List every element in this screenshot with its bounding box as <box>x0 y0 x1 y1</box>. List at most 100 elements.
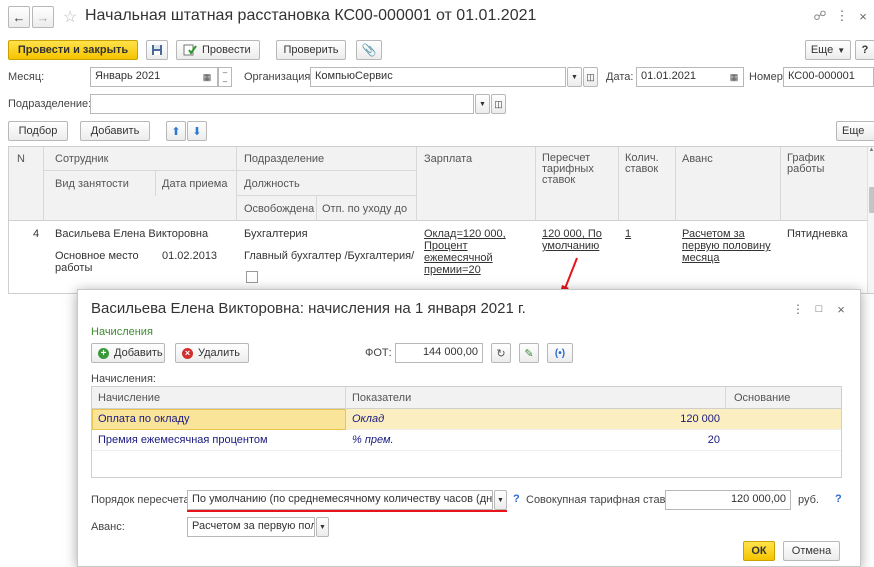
menu-dots-icon[interactable]: ⋮ <box>836 8 849 24</box>
link-icon[interactable]: ☍ <box>812 8 828 24</box>
more-menu-button[interactable]: Еще ▼ <box>805 40 851 60</box>
dialog-close-icon[interactable]: × <box>835 302 847 317</box>
number-input[interactable]: КС00-000001 <box>783 67 874 87</box>
fot-input[interactable]: 144 000,00 <box>395 343 483 363</box>
row-advance-link[interactable]: Расчетом за первую половину месяца <box>682 228 774 264</box>
arrow-down-icon: ⬇ <box>192 125 202 138</box>
col-divider <box>618 147 619 221</box>
date-calendar-icon[interactable]: ▦ <box>727 68 741 86</box>
col-rate-count-header[interactable]: Колич. ставок <box>625 153 673 175</box>
forward-button[interactable]: → <box>32 6 54 28</box>
accrual-row-selected[interactable]: Оплата по окладу Оклад 120 000 <box>92 409 841 430</box>
dialog-add-label: Добавить <box>114 347 163 359</box>
favorite-star-icon[interactable]: ☆ <box>60 6 80 28</box>
table-scrollbar[interactable]: ▲ <box>867 147 874 293</box>
recalc-help-link[interactable]: ? <box>513 493 520 505</box>
help-button[interactable]: ? <box>855 40 874 60</box>
col-recalc-header[interactable]: Пересчет тарифных ставок <box>542 153 612 186</box>
post-and-close-button[interactable]: Провести и закрыть <box>8 40 138 60</box>
close-icon[interactable]: × <box>856 8 870 24</box>
row-rate-count-link[interactable]: 1 <box>625 228 631 240</box>
col-accrual-header[interactable]: Начисление <box>98 392 160 404</box>
attach-button[interactable]: 📎 <box>356 40 382 60</box>
released-checkbox[interactable] <box>246 271 258 283</box>
advance-dropdown-button[interactable]: ▼ <box>316 517 329 537</box>
accrual-value[interactable]: 20 <box>652 434 720 446</box>
col-advance-header[interactable]: Аванс <box>682 153 713 165</box>
org-input[interactable]: КомпьюСервис <box>310 67 566 87</box>
month-value: Январь 2021 <box>95 70 161 82</box>
row-recalc-link[interactable]: 120 000, По умолчанию <box>542 228 612 252</box>
currency-label: руб. <box>798 494 819 506</box>
dialog-maximize-icon[interactable]: □ <box>813 302 825 316</box>
edit-button[interactable]: ✎ <box>519 343 539 363</box>
row-salary-link[interactable]: Оклад=120 000, Процент ежемесячной преми… <box>424 228 534 276</box>
pencil-icon: ✎ <box>524 347 534 360</box>
advance-label: Аванс: <box>91 521 125 533</box>
col-employment-header[interactable]: Вид занятости <box>55 178 129 190</box>
back-button[interactable]: ← <box>8 6 30 28</box>
add-row-button[interactable]: Добавить <box>80 121 150 141</box>
col-released-header[interactable]: Освобождена <box>244 203 314 215</box>
save-button[interactable] <box>146 40 168 60</box>
dept-input[interactable] <box>90 94 474 114</box>
org-dropdown-button[interactable]: ▼ <box>567 67 582 87</box>
accruals-label: Начисления: <box>91 373 156 385</box>
col-salary-header[interactable]: Зарплата <box>424 153 472 165</box>
table-row[interactable]: 4 Васильева Елена Викторовна Основное ме… <box>9 222 867 294</box>
dialog-delete-label: Удалить <box>198 347 240 359</box>
col-basis-header[interactable]: Основание <box>734 392 790 404</box>
total-rate-value: 120 000,00 <box>730 493 786 505</box>
col-position-header[interactable]: Должность <box>244 178 300 190</box>
table-more-button[interactable]: Еще <box>836 121 874 141</box>
scroll-thumb[interactable] <box>869 187 874 213</box>
dialog-delete-button[interactable]: × Удалить <box>175 343 249 363</box>
total-rate-help-link[interactable]: ? <box>835 493 842 505</box>
ok-button[interactable]: ОК <box>743 541 775 561</box>
dialog-title: Васильева Елена Викторовна: начисления н… <box>91 300 526 317</box>
dialog-menu-icon[interactable]: ⋮ <box>792 302 804 316</box>
month-input[interactable]: Январь 2021 <box>90 67 218 87</box>
pick-button[interactable]: Подбор <box>8 121 68 141</box>
calendar-icon[interactable]: ▦ <box>200 68 214 86</box>
dialog-add-button[interactable]: + Добавить <box>91 343 165 363</box>
col-hire-date-header[interactable]: Дата приема <box>162 178 227 190</box>
col-indicators-header[interactable]: Показатели <box>352 392 411 404</box>
col-employee-header[interactable]: Сотрудник <box>55 153 108 165</box>
recalc-underline <box>187 510 507 512</box>
col-n-header[interactable]: N <box>17 153 25 165</box>
table-more-label: Еще <box>842 125 865 137</box>
dept-dropdown-button[interactable]: ▼ <box>475 94 490 114</box>
month-spinner[interactable]: – – <box>218 67 232 87</box>
row-divider <box>44 170 417 171</box>
col-divider <box>675 147 676 221</box>
window-title: Начальная штатная расстановка КС00-00000… <box>85 7 537 24</box>
col-schedule-header[interactable]: График работы <box>787 153 847 175</box>
advance-select[interactable]: Расчетом за первую полс <box>187 517 315 537</box>
move-down-button[interactable]: ⬇ <box>187 121 207 141</box>
dept-open-button[interactable]: ◫ <box>491 94 506 114</box>
col-divider <box>155 171 156 196</box>
col-dept-header[interactable]: Подразделение <box>244 153 324 165</box>
col-leave-header[interactable]: Отп. по уходу до <box>322 203 407 215</box>
params-button[interactable]: (•) <box>547 343 573 363</box>
check-button[interactable]: Проверить <box>276 40 346 60</box>
total-rate-input[interactable]: 120 000,00 <box>665 490 791 510</box>
number-label: Номер: <box>749 71 786 83</box>
scroll-up-icon[interactable]: ▲ <box>868 147 874 153</box>
accrual-row[interactable]: Премия ежемесячная процентом % прем. 20 <box>92 430 841 451</box>
accrual-indicator: % прем. <box>352 434 394 446</box>
main-window: ← → ☆ Начальная штатная расстановка КС00… <box>0 0 874 300</box>
recalculate-button[interactable]: ↻ <box>491 343 511 363</box>
cancel-button[interactable]: Отмена <box>783 541 840 561</box>
org-open-button[interactable]: ◫ <box>583 67 598 87</box>
recalc-select[interactable]: По умолчанию (по среднемесячному количес… <box>187 490 493 510</box>
recalc-dropdown-button[interactable]: ▼ <box>494 490 507 510</box>
move-up-button[interactable]: ⬆ <box>166 121 186 141</box>
post-button[interactable]: Провести <box>176 40 260 60</box>
accrual-value[interactable]: 120 000 <box>652 413 720 425</box>
add-plus-icon: + <box>98 347 109 359</box>
number-value: КС00-000001 <box>788 70 855 82</box>
dept-label: Подразделение: <box>8 98 92 110</box>
col-divider <box>345 387 346 409</box>
